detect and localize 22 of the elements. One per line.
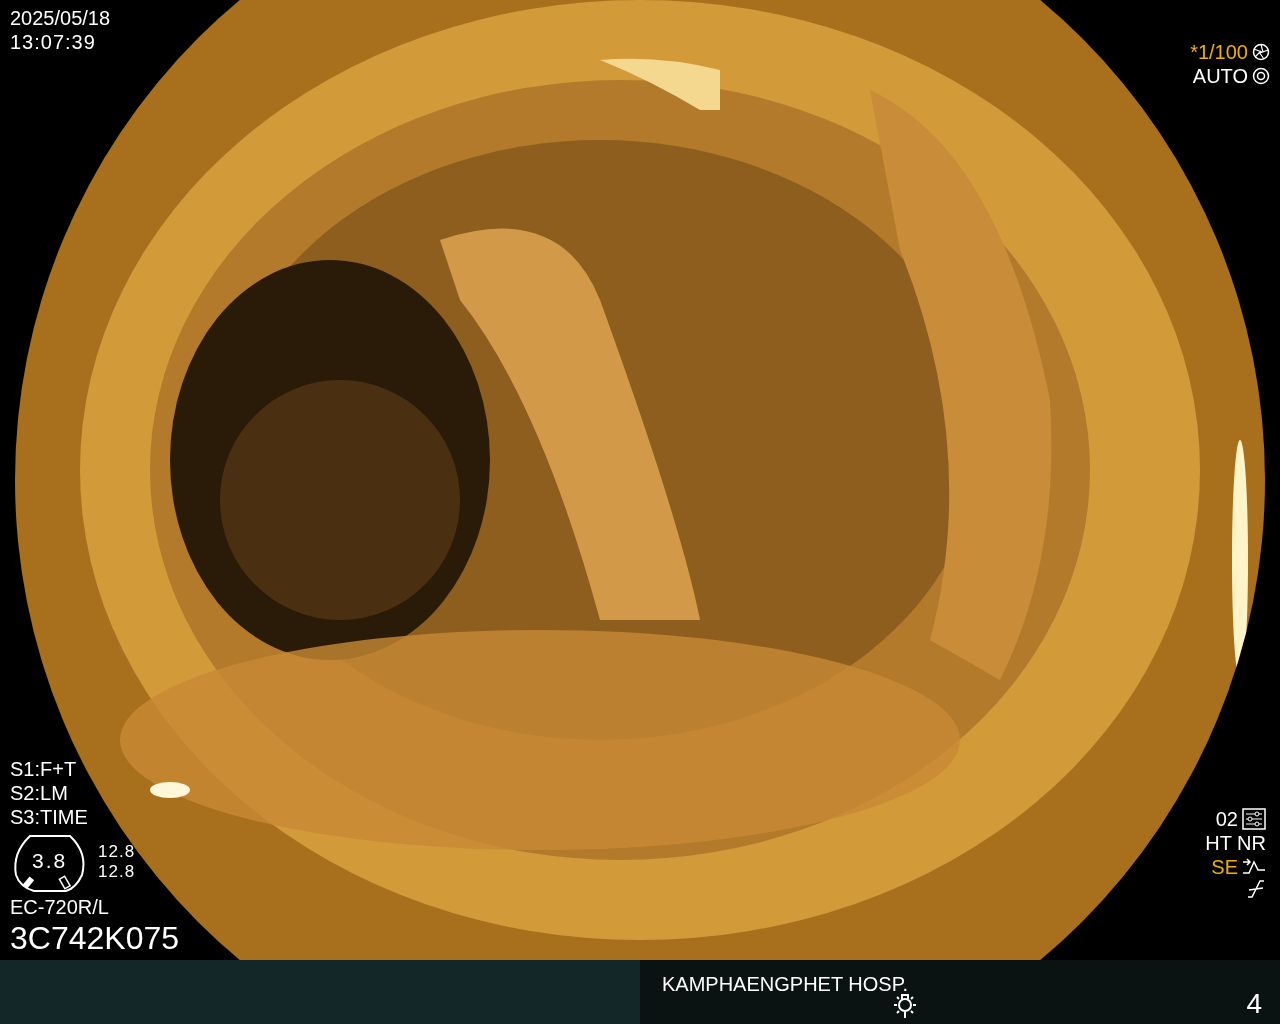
iris-icon	[1252, 67, 1270, 85]
setting-label: S3:TIME	[10, 805, 88, 829]
setting-label: S2:LM	[10, 781, 68, 805]
aperture-icon	[1252, 43, 1270, 61]
scope-model: EC-720R/L	[10, 895, 109, 919]
page-number: 4	[1246, 988, 1262, 1020]
setting-label: S1:F+T	[10, 757, 77, 781]
serial-number: 3C742K075	[10, 919, 180, 958]
curve-arrow-icon	[1242, 858, 1266, 876]
processing-label: 02	[1215, 807, 1238, 831]
gauge-value: 3.8	[32, 849, 68, 873]
processing-label: HT NR	[1205, 831, 1266, 855]
gauge-reading: 12.8	[98, 862, 136, 883]
processing-label: SE	[1211, 855, 1238, 879]
sliders-icon	[1242, 808, 1266, 830]
exposure-mode: AUTO	[1192, 64, 1248, 88]
curve-icon	[1246, 879, 1266, 899]
institution-name: KAMPHAENGPHET HOSP.	[662, 972, 908, 996]
date-text: 2025/05/18	[10, 6, 111, 30]
shutter-speed: *1/100	[1190, 40, 1248, 64]
gauge-reading: 12.8	[98, 841, 136, 862]
time-text: 13:07:39	[10, 30, 96, 54]
